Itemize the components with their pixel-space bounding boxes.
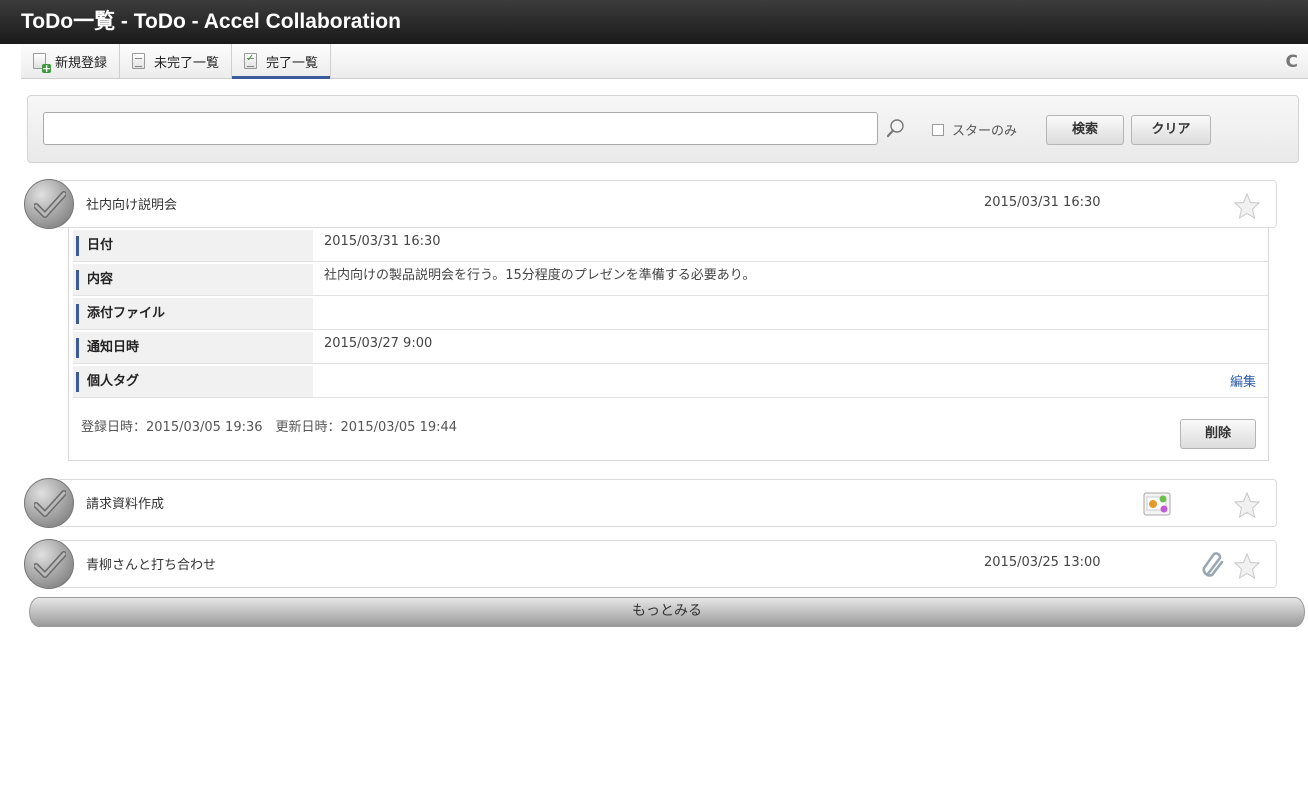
checkmark-icon [34,551,66,578]
show-more-button[interactable]: もっとみる [29,597,1305,627]
todo-title: 社内向け説明会 [86,198,178,213]
detail-row-attachment: 添付ファイル [73,298,1268,330]
todo-title: 青柳さんと打ち合わせ [86,558,217,573]
refresh-icon[interactable]: C [1286,52,1298,72]
complete-list-label: 完了一覧 [266,55,319,71]
list-icon [132,53,146,69]
star-only-filter[interactable]: スターのみ [932,120,1017,139]
delete-button[interactable]: 削除 [1180,419,1256,449]
detail-row-tag: 個人タグ 編集 [73,366,1268,398]
todo-detail-panel: 日付 2015/03/31 16:30 内容 社内向けの製品説明会を行う。15分… [68,228,1269,461]
checkmark-icon [34,191,66,218]
detail-label: 内容 [73,264,313,295]
tab-incomplete-list[interactable]: 未完了一覧 [120,44,233,78]
star-only-label: スターのみ [952,124,1018,139]
new-todo-button[interactable]: 新規登録 [21,44,121,78]
incomplete-list-label: 未完了一覧 [154,55,220,71]
search-icon[interactable] [886,118,906,138]
search-panel: スターのみ 検索 クリア [27,95,1299,163]
tab-complete-list[interactable]: 完了一覧 [232,44,332,79]
detail-value [313,366,1268,397]
checkmark-icon [34,490,66,517]
todo-item[interactable]: 社内向け説明会 2015/03/31 16:30 [57,180,1277,228]
detail-label: 通知日時 [73,332,313,363]
checklist-icon [244,53,258,69]
todo-date: 2015/03/31 16:30 [984,195,1101,210]
complete-check-button[interactable] [24,179,74,229]
timestamps: 登録日時：2015/03/05 19:36 更新日時：2015/03/05 19… [81,420,458,435]
star-icon[interactable] [1234,553,1260,579]
detail-value: 2015/03/31 16:30 [324,234,441,249]
complete-check-button[interactable] [24,539,74,589]
gallery-icon [1143,492,1171,516]
search-input[interactable] [43,112,878,145]
window-title: ToDo一覧 - ToDo - Accel Collaboration [0,0,1308,44]
detail-value [313,298,1268,329]
detail-label: 日付 [73,230,313,261]
todo-item[interactable]: 請求資料作成 [57,479,1277,527]
detail-row-date: 日付 2015/03/31 16:30 [73,230,1268,262]
detail-value: 社内向けの製品説明会を行う。15分程度のプレゼンを準備する必要あり。 [324,268,756,283]
detail-row-notify: 通知日時 2015/03/27 9:00 [73,332,1268,364]
toolbar: 新規登録 未完了一覧 完了一覧 C [21,44,1308,79]
detail-value: 2015/03/27 9:00 [324,336,433,351]
search-button[interactable]: 検索 [1046,115,1124,145]
paperclip-icon [1202,552,1224,577]
star-only-checkbox[interactable] [932,123,944,136]
new-todo-label: 新規登録 [55,55,108,71]
new-document-icon [33,53,51,73]
detail-label: 添付ファイル [73,298,313,329]
todo-item[interactable]: 青柳さんと打ち合わせ 2015/03/25 13:00 [57,540,1277,588]
detail-row-content: 内容 社内向けの製品説明会を行う。15分程度のプレゼンを準備する必要あり。 [73,264,1268,296]
complete-check-button[interactable] [24,478,74,528]
todo-date: 2015/03/25 13:00 [984,555,1101,570]
star-icon[interactable] [1234,193,1260,219]
edit-link[interactable]: 編集 [1230,371,1256,390]
clear-button[interactable]: クリア [1131,115,1211,145]
detail-label: 個人タグ [73,366,313,397]
todo-title: 請求資料作成 [86,497,165,512]
star-icon[interactable] [1234,492,1260,518]
